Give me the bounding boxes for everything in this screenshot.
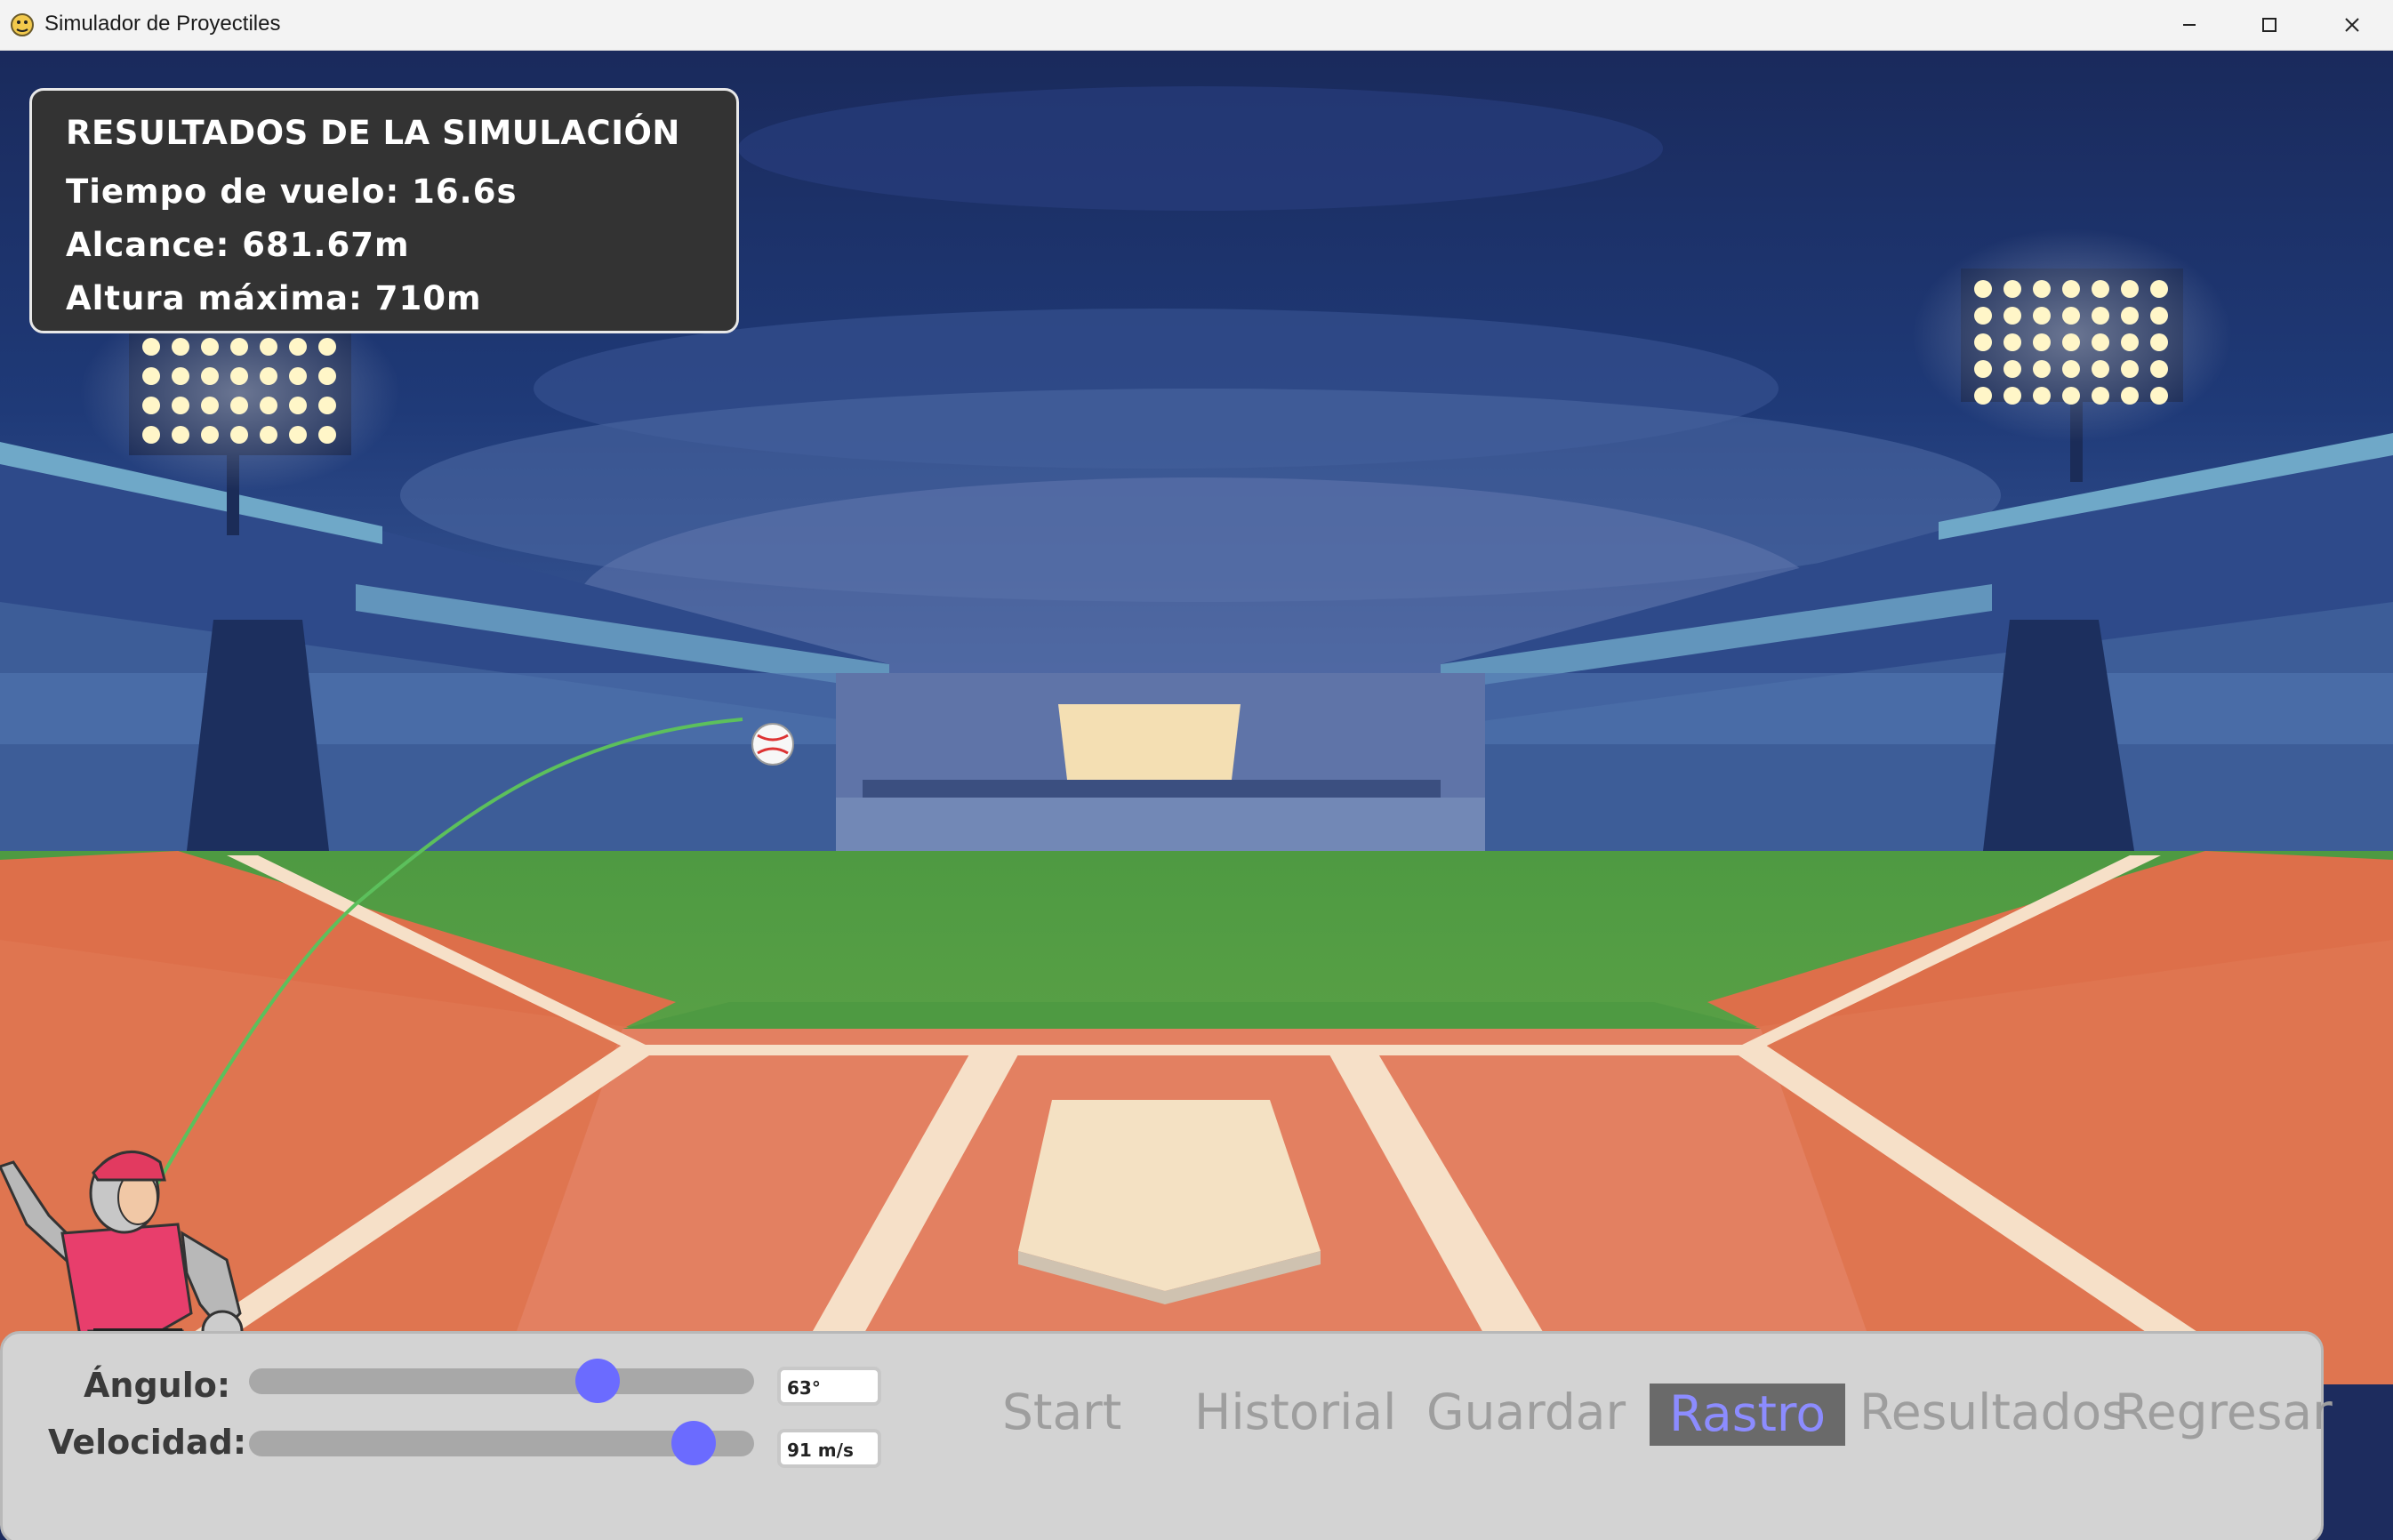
window-title: Simulador de Proyectiles [44, 12, 281, 36]
results-panel: RESULTADOS DE LA SIMULACIÓN Tiempo de vu… [29, 88, 739, 333]
app-window: Simulador de Proyectiles RESULTADOS DE L… [0, 0, 2393, 1540]
historial-button[interactable]: Historial [1194, 1384, 1396, 1440]
control-panel: Ángulo: Velocidad: 63° 91 m/s Start Hist… [0, 1331, 2333, 1540]
speed-slider-knob[interactable] [671, 1421, 716, 1465]
close-icon [2345, 18, 2359, 32]
max-height-text: Altura máxima: 710m [66, 279, 482, 317]
speed-label: Velocidad: [48, 1423, 247, 1462]
minimize-icon [2183, 24, 2196, 26]
flight-time-text: Tiempo de vuelo: 16.6s [66, 172, 518, 211]
range-text: Alcance: 681.67m [66, 226, 410, 264]
angle-value-input[interactable]: 63° [777, 1367, 881, 1406]
regresar-button[interactable]: Regresar [2115, 1384, 2333, 1440]
minimize-button[interactable] [2148, 0, 2230, 51]
results-title: RESULTADOS DE LA SIMULACIÓN [66, 114, 680, 152]
maximize-icon [2262, 18, 2277, 32]
speed-value-input[interactable]: 91 m/s [777, 1429, 881, 1468]
angle-slider[interactable] [249, 1368, 754, 1394]
resultados-button[interactable]: Resultados [1859, 1384, 2127, 1440]
start-button[interactable]: Start [1002, 1384, 1121, 1440]
rastro-button[interactable]: Rastro [1650, 1384, 1845, 1446]
pygame-snake-icon [11, 13, 34, 36]
guardar-button[interactable]: Guardar [1426, 1384, 1626, 1440]
angle-label: Ángulo: [84, 1366, 231, 1405]
baseball-icon [751, 723, 794, 766]
angle-slider-knob[interactable] [574, 1359, 620, 1403]
close-button[interactable] [2311, 0, 2393, 51]
title-bar: Simulador de Proyectiles [0, 0, 2393, 51]
maximize-button[interactable] [2228, 0, 2310, 51]
